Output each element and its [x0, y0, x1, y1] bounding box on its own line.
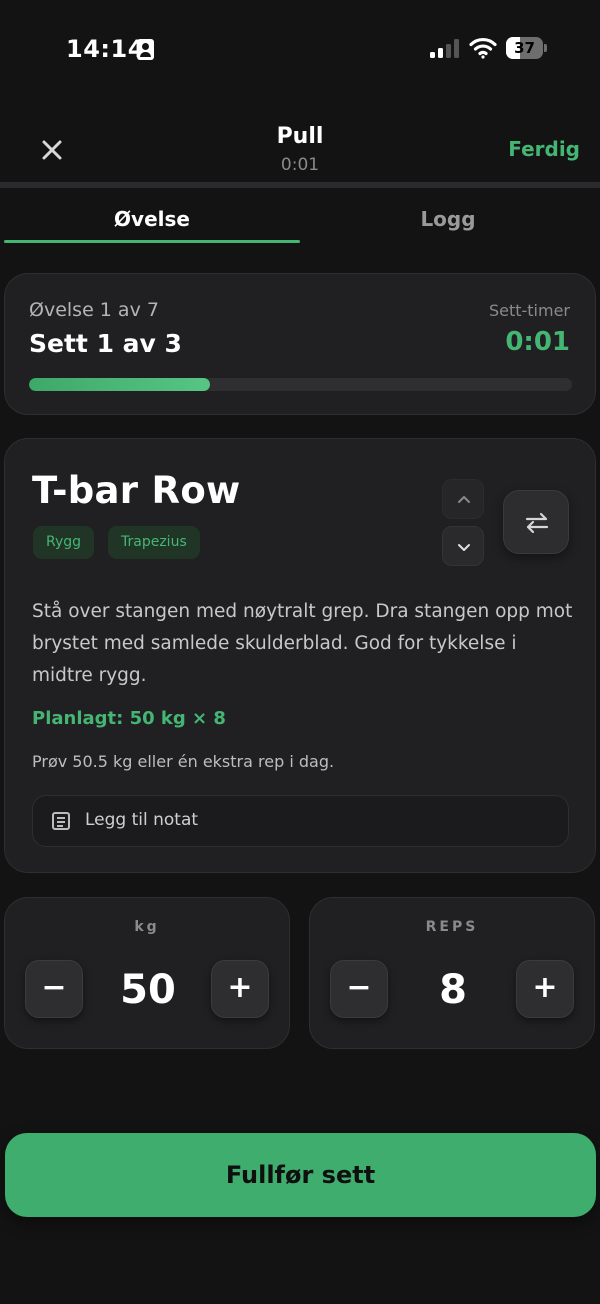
- weight-decrease-button[interactable]: −: [25, 960, 83, 1018]
- workout-title: Pull: [276, 124, 324, 149]
- progress-bar: [29, 378, 572, 391]
- reps-stepper: REPS − 8 +: [309, 897, 595, 1049]
- add-note-label: Legg til notat: [85, 810, 199, 830]
- header-divider: [0, 182, 600, 188]
- status-bar: 14:14 37: [0, 0, 600, 100]
- reps-increase-button[interactable]: +: [516, 960, 574, 1018]
- add-note-button[interactable]: Legg til notat: [32, 795, 569, 847]
- wifi-icon: [469, 37, 497, 59]
- muscle-tag: Rygg: [33, 526, 95, 559]
- complete-set-button[interactable]: Fullfør sett: [5, 1133, 596, 1217]
- chevron-up-icon: [458, 496, 470, 503]
- weight-stepper: kg − 50 +: [4, 897, 290, 1049]
- signal-icon: [430, 39, 460, 58]
- tab-exercise[interactable]: Øvelse: [4, 196, 300, 244]
- id-card-icon: [137, 39, 154, 60]
- swap-exercise-button[interactable]: [503, 490, 569, 554]
- note-icon: [52, 812, 70, 830]
- exercise-card: T-bar Row Rygg Trapezius Stå over stange…: [4, 438, 596, 873]
- active-tab-indicator: [4, 240, 300, 243]
- chevron-down-icon: [458, 544, 470, 551]
- exercise-name: T-bar Row: [32, 469, 241, 512]
- progress-card: Øvelse 1 av 7 Sett 1 av 3 Sett-timer 0:0…: [4, 273, 596, 415]
- reps-decrease-button[interactable]: −: [330, 960, 388, 1018]
- complete-set-label: Fullfør sett: [225, 1161, 376, 1189]
- muscle-tag: Trapezius: [108, 526, 200, 559]
- move-down-button[interactable]: [442, 526, 484, 566]
- status-time: 14:14: [66, 35, 145, 63]
- planned-target: Planlagt: 50 kg × 8: [32, 708, 226, 729]
- weight-value: 50: [120, 967, 176, 1013]
- set-progress-label: Sett 1 av 3: [29, 329, 182, 358]
- done-button[interactable]: Ferdig: [508, 137, 580, 161]
- set-timer-label: Sett-timer: [488, 301, 570, 320]
- swap-icon: [525, 512, 549, 534]
- exercise-description: Stå over stangen med nøytralt grep. Dra …: [32, 601, 573, 686]
- exercise-progress-label: Øvelse 1 av 7: [29, 299, 159, 321]
- workout-screen: 14:14 37 Pull 0:01 Ferdig Øvelse Logg Øv…: [0, 0, 600, 1304]
- move-up-button[interactable]: [442, 479, 484, 519]
- tab-log[interactable]: Logg: [300, 196, 596, 244]
- weight-increase-button[interactable]: +: [211, 960, 269, 1018]
- set-timer-value: 0:01: [505, 327, 570, 357]
- progress-bar-fill: [29, 378, 210, 391]
- workout-elapsed-time: 0:01: [280, 155, 320, 175]
- reps-label: REPS: [425, 919, 479, 935]
- progression-suggestion: Prøv 50.5 kg eller én ekstra rep i dag.: [32, 752, 335, 771]
- close-icon[interactable]: [38, 136, 66, 164]
- reps-value: 8: [439, 967, 467, 1013]
- weight-label: kg: [134, 919, 160, 935]
- battery-level: 37: [514, 39, 535, 57]
- battery-icon: 37: [506, 37, 548, 59]
